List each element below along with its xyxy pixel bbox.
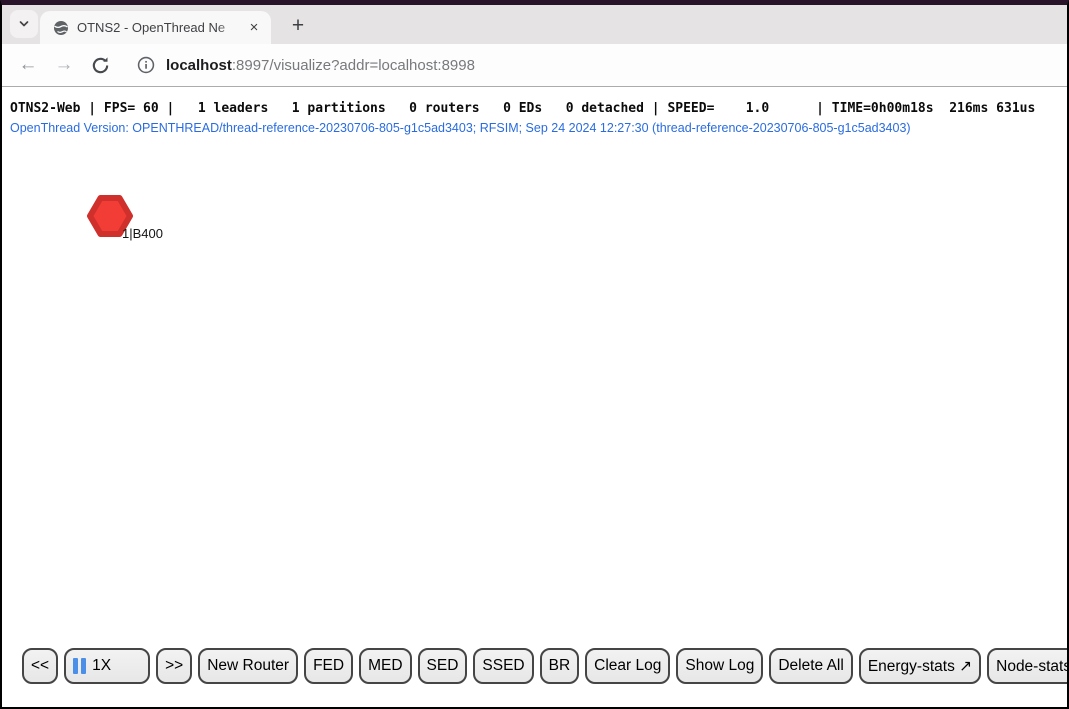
show-log-button[interactable]: Show Log (676, 648, 763, 684)
address-input[interactable]: localhost:8997/visualize?addr=localhost:… (166, 57, 475, 74)
new-med-button[interactable]: MED (359, 648, 411, 684)
new-fed-button[interactable]: FED (304, 648, 353, 684)
address-toolbar: ← → localhost:8997/visualize?addr=localh… (2, 44, 1067, 87)
url-path: :8997/visualize?addr=localhost:8998 (232, 57, 475, 74)
tab-strip: OTNS2 - OpenThread Ne × + (2, 5, 1067, 44)
pause-speed-button[interactable]: 1X (64, 648, 150, 684)
speed-label: 1X (92, 657, 111, 675)
action-toolbar: << 1X >> New Router FED MED SED SSED BR … (22, 648, 1067, 684)
new-ssed-button[interactable]: SSED (473, 648, 533, 684)
speed-down-button[interactable]: << (22, 648, 58, 684)
simulation-canvas[interactable]: OTNS2-Web | FPS= 60 | 1 leaders 1 partit… (2, 87, 1067, 702)
delete-all-button[interactable]: Delete All (769, 648, 852, 684)
new-br-button[interactable]: BR (540, 648, 580, 684)
browser-window: OTNS2 - OpenThread Ne × + ← → localhost:… (0, 0, 1069, 709)
node-label: 1|B400 (122, 226, 163, 241)
clear-log-button[interactable]: Clear Log (585, 648, 670, 684)
site-info-icon[interactable] (134, 53, 158, 77)
openthread-version-line: OpenThread Version: OPENTHREAD/thread-re… (10, 121, 1067, 135)
speed-up-button[interactable]: >> (156, 648, 192, 684)
url-host: localhost (166, 57, 232, 74)
tab-otns2[interactable]: OTNS2 - OpenThread Ne × (40, 11, 271, 44)
node-stats-button[interactable]: Node-stats ↗ (987, 648, 1067, 684)
new-sed-button[interactable]: SED (418, 648, 468, 684)
reload-icon[interactable] (88, 53, 112, 77)
thread-node-leader[interactable]: 1|B400 (86, 194, 134, 238)
new-router-button[interactable]: New Router (198, 648, 298, 684)
tab-close-icon[interactable]: × (245, 19, 263, 37)
back-icon[interactable]: ← (16, 53, 40, 77)
chevron-down-icon (17, 17, 31, 31)
energy-stats-button[interactable]: Energy-stats ↗ (859, 648, 981, 684)
pause-icon (73, 658, 86, 674)
tab-title: OTNS2 - OpenThread Ne (77, 19, 239, 36)
forward-icon[interactable]: → (52, 53, 76, 77)
new-tab-button[interactable]: + (284, 12, 312, 40)
simulation-status-line: OTNS2-Web | FPS= 60 | 1 leaders 1 partit… (10, 101, 1067, 116)
tab-search-button[interactable] (10, 10, 38, 38)
globe-favicon-icon (53, 20, 69, 36)
